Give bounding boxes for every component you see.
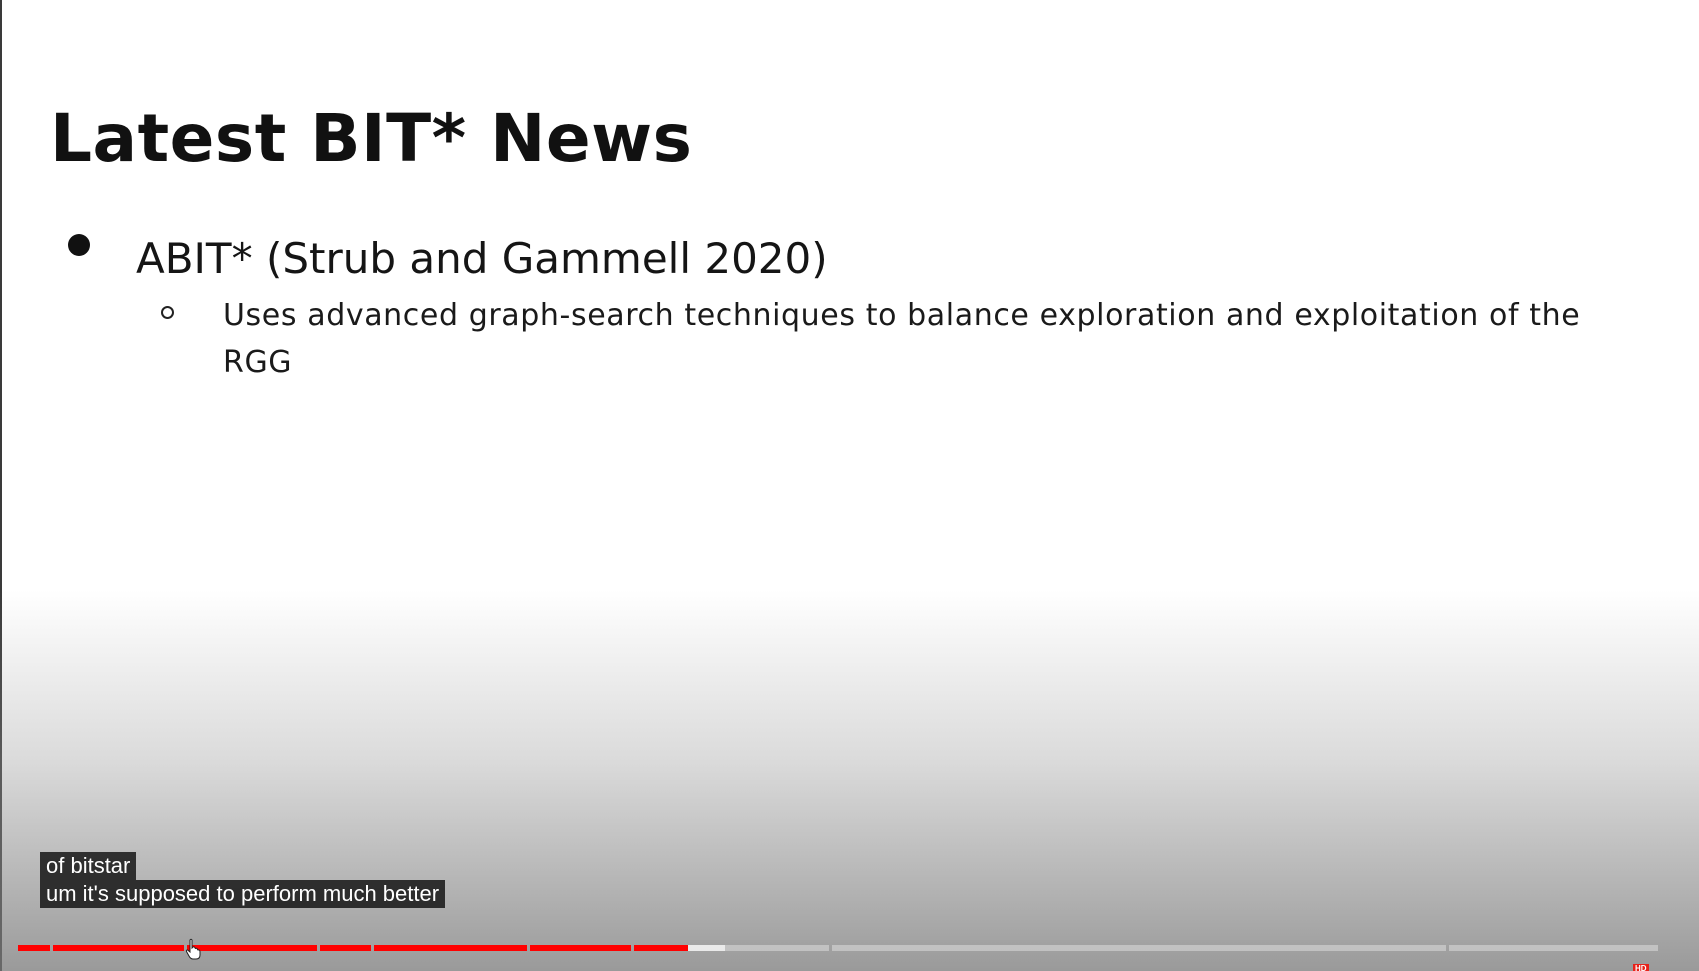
progress-chapter-segment[interactable] (319, 945, 372, 951)
bullet-dot (68, 234, 90, 256)
progress-chapter-segment[interactable] (52, 945, 184, 951)
progress-chapter-segment[interactable] (374, 945, 527, 951)
progress-played (186, 945, 317, 951)
video-player[interactable]: Latest BIT* News ABIT* (Strub and Gammel… (0, 0, 1699, 971)
progress-bar[interactable] (18, 945, 1658, 951)
progress-played (633, 945, 688, 951)
progress-chapter-segment[interactable] (633, 945, 829, 951)
hd-quality-badge: HD (1633, 964, 1649, 971)
progress-chapter-segment[interactable] (831, 945, 1446, 951)
progress-chapter-segment[interactable] (1448, 945, 1658, 951)
progress-played (18, 945, 50, 951)
progress-played (374, 945, 527, 951)
progress-played (319, 945, 372, 951)
progress-chapter-segment[interactable] (186, 945, 317, 951)
caption-line: of bitstar (40, 852, 137, 880)
slide-title: Latest BIT* News (50, 100, 693, 177)
frame-border (0, 0, 2, 971)
controls-gradient-overlay (0, 590, 1699, 971)
progress-played (530, 945, 631, 951)
caption-line: um it's supposed to perform much better (40, 880, 446, 908)
captions-window[interactable]: of bitstar um it's supposed to perform m… (40, 852, 446, 908)
hand-cursor-icon (185, 938, 201, 960)
progress-played (52, 945, 184, 951)
progress-chapter-segment[interactable] (18, 945, 50, 951)
sub-bullet-circle (161, 306, 174, 319)
progress-chapter-segment[interactable] (530, 945, 631, 951)
sub-bullet-text: Uses advanced graph-search techniques to… (223, 298, 1581, 380)
bullet-text: ABIT* (Strub and Gammell 2020) (136, 234, 828, 283)
